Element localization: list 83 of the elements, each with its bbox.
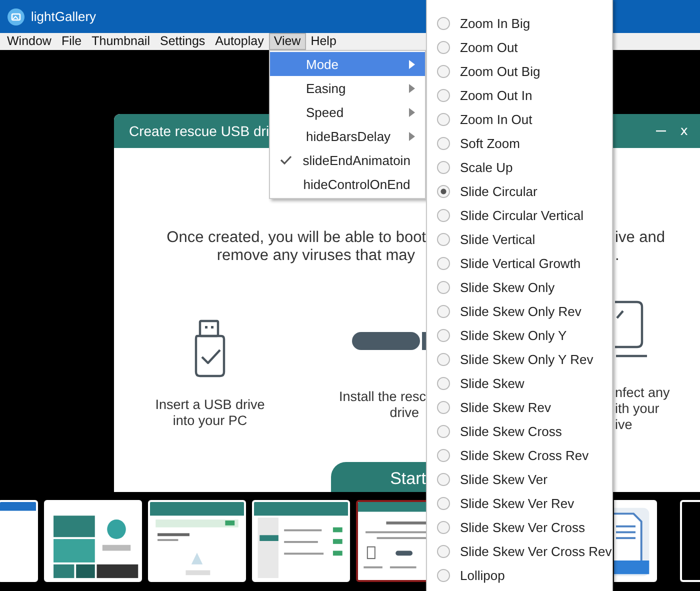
radio-label[interactable]: Slide Skew Cross (460, 424, 562, 438)
menu-item[interactable]: Thumbnail (86, 33, 155, 50)
menu-item[interactable]: View (268, 33, 306, 50)
app-icon (7, 8, 25, 26)
caret-icon (409, 132, 415, 140)
intro-text: ive and (615, 229, 666, 247)
menu-entry[interactable]: hideBarsDelay (270, 124, 425, 148)
radio-button[interactable] (437, 520, 450, 534)
radio-button[interactable] (437, 88, 450, 102)
radio-label[interactable]: Slide Skew Ver Cross Rev (460, 544, 612, 558)
start-button[interactable]: Start (331, 462, 426, 492)
radio-label[interactable]: Slide Skew Only Y (460, 328, 567, 342)
radio-button[interactable] (437, 424, 450, 438)
intro-text: . (615, 247, 620, 265)
radio-label[interactable]: Slide Circular (460, 184, 538, 198)
menu-entry[interactable]: hideControlOnEnd (270, 172, 425, 196)
menu-entry[interactable]: Speed (270, 100, 425, 124)
radio-button[interactable] (437, 472, 450, 486)
menu-item[interactable]: File (56, 33, 87, 50)
radio-button[interactable] (437, 400, 450, 414)
step-caption: ith your (615, 401, 660, 417)
radio-label[interactable]: Slide Vertical (460, 232, 536, 246)
close-button[interactable]: x (680, 124, 688, 138)
step-caption: drive (390, 405, 419, 421)
radio-button[interactable] (437, 136, 450, 150)
radio-button[interactable] (437, 256, 450, 270)
radio-label[interactable]: Zoom Out In (460, 88, 532, 102)
radio-button[interactable] (437, 448, 450, 462)
radio-button[interactable] (437, 160, 450, 174)
caret-icon (409, 60, 415, 68)
radio-button[interactable] (437, 352, 450, 366)
menu-item[interactable]: Settings (155, 33, 210, 50)
radio-button[interactable] (437, 496, 450, 510)
caret-icon (409, 84, 415, 92)
menu-item[interactable]: Autoplay (210, 33, 269, 50)
step-caption: nfect any (615, 385, 671, 401)
radio-label[interactable]: Lollipop (460, 568, 505, 582)
radio-label[interactable]: Slide Skew Ver Cross (460, 520, 585, 534)
radio-label[interactable]: Scale Up (460, 160, 513, 174)
radio-label[interactable]: Slide Skew Rev (460, 400, 552, 414)
radio-label[interactable]: Slide Skew Only Rev (460, 304, 582, 318)
radio-button[interactable] (437, 376, 450, 390)
radio-label[interactable]: Slide Circular Vertical (460, 208, 584, 222)
radio-button[interactable] (437, 112, 450, 126)
window-title: lightGallery (31, 9, 96, 24)
caret-icon (409, 108, 415, 116)
radio-button[interactable] (437, 280, 450, 294)
radio-label[interactable]: Zoom In Out (460, 112, 532, 126)
menu-entry[interactable]: slideEndAnimatoin (270, 148, 425, 172)
step-caption: Insert a USB drive (155, 397, 265, 413)
radio-label[interactable]: Slide Skew Ver (460, 472, 548, 486)
menu-item[interactable]: Help (306, 33, 342, 50)
radio-label[interactable]: Soft Zoom (460, 136, 520, 150)
radio-label[interactable]: Slide Skew Cross Rev (460, 448, 589, 462)
radio-label[interactable]: Slide Skew (460, 376, 524, 390)
radio-button[interactable] (437, 208, 450, 222)
radio-button[interactable] (437, 184, 450, 198)
radio-button[interactable] (437, 232, 450, 246)
intro-text: Once created, you will be able to boot (166, 229, 426, 247)
radio-button[interactable] (437, 16, 450, 30)
radio-button[interactable] (437, 328, 450, 342)
radio-label[interactable]: Zoom In Big (460, 16, 530, 30)
monitor-icon (615, 298, 649, 358)
intro-text: remove any viruses that may (216, 247, 415, 265)
radio-button[interactable] (437, 304, 450, 318)
radio-label[interactable]: Zoom Out Big (460, 64, 540, 78)
radio-button[interactable] (437, 40, 450, 54)
radio-label[interactable]: Slide Vertical Growth (460, 256, 581, 270)
dialog-title: Create rescue USB dri (129, 123, 270, 139)
menu-item[interactable]: Window (2, 33, 56, 50)
radio-label[interactable]: Slide Skew Only Y Rev (460, 352, 594, 366)
radio-label[interactable]: Slide Skew Only (460, 280, 555, 294)
radio-label[interactable]: Slide Skew Ver Rev (460, 496, 574, 510)
step-caption: Install the resc (338, 389, 426, 405)
radio-button[interactable] (437, 568, 450, 582)
step-caption: ive (615, 417, 634, 433)
radio-button[interactable] (437, 544, 450, 558)
radio-label[interactable]: Zoom Out (460, 40, 518, 54)
radio-button[interactable] (437, 64, 450, 78)
menu-entry[interactable]: Easing (270, 76, 425, 100)
menu-entry[interactable]: Mode (270, 52, 425, 76)
step-caption: into your PC (172, 413, 248, 429)
usb-stick-icon (352, 331, 426, 351)
